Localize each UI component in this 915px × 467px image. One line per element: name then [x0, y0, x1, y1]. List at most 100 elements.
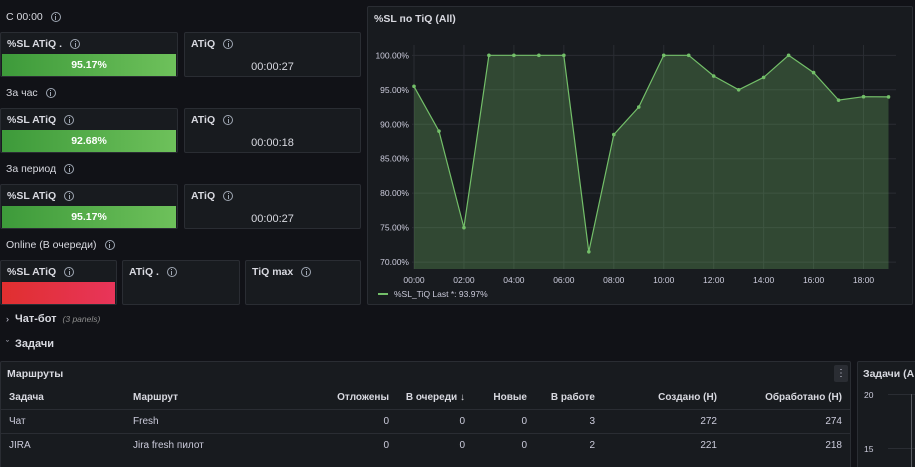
cell-task: JIRA: [1, 432, 125, 457]
info-icon[interactable]: [223, 39, 234, 49]
info-icon[interactable]: [104, 240, 115, 250]
chevron-right-icon: ›: [6, 314, 9, 324]
col-header-processed[interactable]: Обработано (Н): [725, 387, 850, 409]
routes-title: Маршруты: [7, 368, 64, 380]
cell-created: 272: [603, 408, 725, 433]
period-title: За период: [6, 163, 75, 175]
col-header-route[interactable]: Маршрут: [125, 387, 319, 409]
panel-title: %SL ATiQ: [7, 114, 75, 126]
series-area: [414, 55, 889, 269]
col-header-in-queue[interactable]: В очереди ↓: [397, 387, 473, 409]
table-row: JIRA Jira fresh пилот 0 0 0 2 221 218: [1, 432, 850, 457]
sl-gauge-bar-red: [2, 282, 115, 304]
data-point: [462, 225, 466, 230]
data-point: [736, 88, 741, 92]
table-header-row: Задача Маршрут Отложены В очереди ↓ Новы…: [1, 387, 850, 409]
chart-legend[interactable]: %SL_TiQ Last *: 93.97%: [378, 289, 488, 299]
x-tick-label: 08:00: [603, 275, 625, 285]
sl-value: 95.17%: [71, 211, 107, 223]
x-tick-label: 04:00: [503, 275, 525, 285]
atiq-panel-period: ATiQ 00:00:27: [184, 184, 361, 229]
x-tick-label: 06:00: [553, 275, 575, 285]
side-panel-title: Задачи (All: [863, 368, 915, 380]
col-header-postponed[interactable]: Отложены: [319, 387, 397, 409]
tasks-side-panel: Задачи (All 20 15: [857, 361, 915, 467]
panel-title-text: %SL ATiQ .: [7, 38, 63, 50]
data-point: [686, 53, 691, 58]
data-point: [562, 53, 566, 58]
panel-title-text: ATiQ: [191, 114, 216, 126]
cell-in-work: 3: [535, 408, 603, 433]
sl-atiq-panel-today: %SL ATiQ . 95.17%: [0, 32, 178, 77]
sl-gauge-bar: 95.17%: [2, 54, 176, 76]
legend-label: %SL_TiQ Last *: 93.97%: [394, 289, 488, 299]
sl-atiq-panel-period: %SL ATiQ 95.17%: [0, 184, 178, 229]
sl-gauge-bar: 95.17%: [2, 206, 176, 228]
atiq-value: 00:00:18: [251, 137, 294, 149]
info-icon[interactable]: [45, 88, 56, 98]
col-header-task[interactable]: Задача: [1, 387, 125, 409]
y-tick-label: 75.00%: [380, 223, 409, 233]
cell-new: 0: [473, 432, 535, 457]
data-point: [487, 53, 491, 58]
panel-title: %SL ATiQ: [7, 190, 75, 202]
info-icon[interactable]: [223, 115, 234, 125]
cell-in-work: 2: [535, 432, 603, 457]
cell-task: Чат: [1, 408, 125, 433]
atiq-panel-hour: ATiQ 00:00:18: [184, 108, 361, 153]
data-point: [811, 70, 816, 75]
since-midnight-label: С 00:00: [6, 11, 43, 23]
cell-postponed: 0: [319, 408, 397, 433]
panel-menu-icon[interactable]: ⋮: [834, 365, 848, 382]
y-tick-label: 100.00%: [375, 50, 409, 60]
col-header-in-work[interactable]: В работе: [535, 387, 603, 409]
info-icon[interactable]: [64, 115, 75, 125]
per-hour-title: За час: [6, 87, 56, 99]
online-title: Online (В очереди): [6, 239, 115, 251]
col-header-created[interactable]: Создано (Н): [603, 387, 725, 409]
data-point: [587, 249, 591, 254]
info-icon[interactable]: [223, 191, 234, 201]
info-icon[interactable]: [64, 164, 75, 174]
panel-title: TiQ max: [252, 266, 312, 278]
panel-title-text: %SL ATiQ: [7, 114, 57, 126]
y-tick-label: 95.00%: [380, 85, 409, 95]
tasks-row-header[interactable]: ˇ Задачи: [6, 338, 54, 350]
info-icon[interactable]: [64, 191, 75, 201]
table-row: Чат Fresh 0 0 0 3 272 274: [1, 408, 850, 433]
panel-title: ATiQ .: [129, 266, 177, 278]
cell-route: Fresh: [125, 408, 319, 433]
data-point: [786, 53, 791, 58]
sl-value: 95.17%: [71, 59, 107, 71]
panel-title: ATiQ: [191, 190, 234, 202]
cell-in-queue: 0: [397, 408, 473, 433]
section-panel-count: (3 panels): [62, 314, 101, 324]
data-point: [412, 84, 416, 89]
data-point: [861, 94, 866, 99]
info-icon[interactable]: [70, 39, 81, 49]
info-icon[interactable]: [301, 267, 312, 277]
chevron-down-icon: ˇ: [6, 339, 9, 349]
x-tick-label: 00:00: [403, 275, 425, 285]
info-icon[interactable]: [50, 12, 61, 22]
chatbot-row-header[interactable]: › Чат-бот (3 panels): [6, 313, 100, 325]
data-point: [886, 95, 891, 99]
y-tick-label: 85.00%: [380, 154, 409, 164]
col-header-new[interactable]: Новые: [473, 387, 535, 409]
col-header-in-queue-label: В очереди: [405, 392, 458, 404]
y-tick-label: 90.00%: [380, 119, 409, 129]
info-icon[interactable]: [166, 267, 177, 277]
atiq-value: 00:00:27: [251, 61, 294, 73]
side-y-tick: 15: [864, 444, 874, 454]
panel-title: %SL ATiQ .: [7, 38, 81, 50]
info-icon[interactable]: [64, 267, 75, 277]
panel-title: %SL ATiQ: [7, 266, 75, 278]
panel-title-text: %SL ATiQ: [7, 266, 57, 278]
atiq-value: 00:00:27: [251, 213, 294, 225]
cell-processed: 274: [725, 408, 850, 433]
side-y-tick: 20: [864, 390, 874, 400]
data-point: [661, 53, 666, 58]
panel-title: ATiQ: [191, 38, 234, 50]
sl-atiq-panel-hour: %SL ATiQ 92.68%: [0, 108, 178, 153]
data-point: [711, 74, 716, 78]
